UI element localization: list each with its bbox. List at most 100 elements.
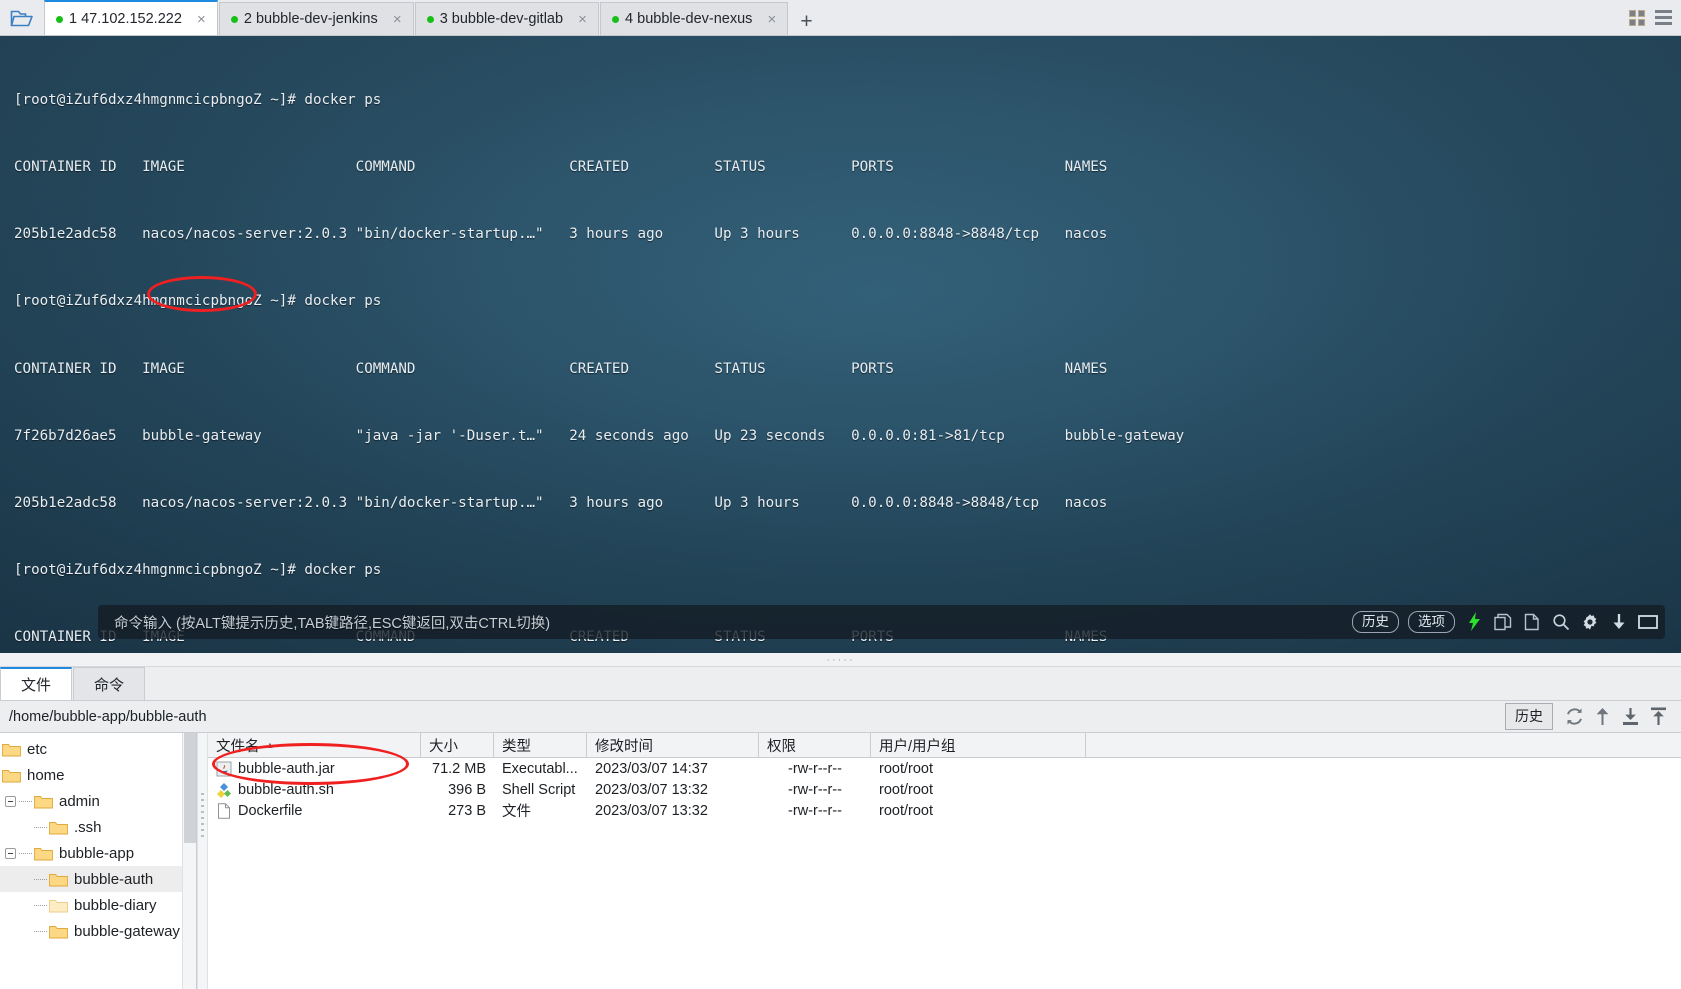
window-tools xyxy=(1620,0,1681,35)
tree-node-bubble-app[interactable]: bubble-app xyxy=(0,840,196,866)
tree-scrollbar-thumb[interactable] xyxy=(184,733,196,843)
tree-node-label: bubble-auth xyxy=(74,870,154,888)
folder-icon xyxy=(49,872,68,887)
grid-view-icon[interactable] xyxy=(1629,9,1645,26)
file-name-cell[interactable]: Dockerfile xyxy=(208,803,421,819)
table-row[interactable]: bubble-auth.jar 71.2 MB Executabl... 202… xyxy=(208,758,1681,779)
column-header-permissions[interactable]: 权限 xyxy=(759,732,871,758)
tab-close-icon[interactable]: × xyxy=(764,12,779,27)
up-level-icon[interactable] xyxy=(1591,706,1613,728)
tab-close-icon[interactable]: × xyxy=(194,12,209,27)
tab-status-dot xyxy=(612,15,620,23)
path-toolbar: /home/bubble-app/bubble-auth 历史 xyxy=(0,701,1681,733)
collapse-expander-icon[interactable] xyxy=(5,795,16,807)
file-time-cell: 2023/03/07 14:37 xyxy=(595,760,708,777)
session-tab-4[interactable]: 4 bubble-dev-nexus × xyxy=(600,2,789,35)
command-input-placeholder[interactable]: 命令输入 (按ALT键提示历史,TAB键路径,ESC键返回,双击CTRL切换) xyxy=(114,612,1352,633)
file-manager-panel: 文件 命令 /home/bubble-app/bubble-auth 历史 et… xyxy=(0,667,1681,989)
command-history-button[interactable]: 历史 xyxy=(1352,610,1399,634)
splitter-grip: ····· xyxy=(826,653,855,666)
copy-icon[interactable] xyxy=(1493,612,1513,632)
session-tab-label: 2 bubble-dev-jenkins xyxy=(243,11,378,27)
file-name-text: bubble-auth.sh xyxy=(238,781,334,798)
collapse-expander-icon[interactable] xyxy=(5,847,16,859)
session-tab-label: 3 bubble-dev-gitlab xyxy=(439,11,564,27)
tree-node-bubble-diary[interactable]: bubble-diary xyxy=(0,892,196,918)
window-icon[interactable] xyxy=(1638,612,1658,632)
terminal-line: CONTAINER ID IMAGE COMMAND CREATED STATU… xyxy=(14,159,1108,176)
column-header-owner[interactable]: 用户/用户组 xyxy=(871,732,1086,758)
paste-icon[interactable] xyxy=(1522,612,1542,632)
tab-commands[interactable]: 命令 xyxy=(73,667,145,700)
pane-divider-grip xyxy=(201,793,204,839)
new-tab-button[interactable]: + xyxy=(789,11,823,35)
search-icon[interactable] xyxy=(1551,612,1571,632)
list-menu-icon[interactable] xyxy=(1655,10,1672,25)
session-tab-label: 1 47.102.152.222 xyxy=(69,11,182,27)
command-options-button[interactable]: 选项 xyxy=(1408,610,1455,634)
column-header-size[interactable]: 大小 xyxy=(421,732,494,758)
file-panes: etc home admin .ssh bubble-app bubble-au… xyxy=(0,732,1681,989)
tree-connector xyxy=(34,904,47,906)
file-name-cell[interactable]: bubble-auth.jar xyxy=(208,761,421,777)
folder-icon-light xyxy=(49,898,68,913)
terminal-line: 205b1e2adc58 nacos/nacos-server:2.0.3 "b… xyxy=(14,495,1108,512)
tree-connector xyxy=(19,800,32,802)
tree-node-label: bubble-gateway xyxy=(74,922,180,940)
file-size-cell: 273 B xyxy=(448,802,486,819)
terminal-line: [root@iZuf6dxz4hmgnmcicpbngoZ ~]# docker… xyxy=(14,293,382,310)
tree-node-admin[interactable]: admin xyxy=(0,788,196,814)
directory-tree[interactable]: etc home admin .ssh bubble-app bubble-au… xyxy=(0,733,197,989)
tab-close-icon[interactable]: × xyxy=(390,12,405,27)
tab-status-dot xyxy=(230,15,238,23)
file-permissions-cell: -rw-r--r-- xyxy=(788,760,842,777)
file-name-text: Dockerfile xyxy=(238,802,303,819)
current-path[interactable]: /home/bubble-app/bubble-auth xyxy=(9,709,1505,725)
session-tab-2[interactable]: 2 bubble-dev-jenkins × xyxy=(218,2,414,35)
column-header-name[interactable]: 文件名 ▲ xyxy=(208,732,421,758)
pane-divider[interactable] xyxy=(197,733,208,989)
file-type-cell: 文件 xyxy=(502,804,531,820)
file-permissions-cell: -rw-r--r-- xyxy=(788,802,842,819)
session-tab-3[interactable]: 3 bubble-dev-gitlab × xyxy=(414,2,600,35)
tab-close-icon[interactable]: × xyxy=(575,12,590,27)
command-input-bar[interactable]: 命令输入 (按ALT键提示历史,TAB键路径,ESC键返回,双击CTRL切换) … xyxy=(98,605,1665,639)
folder-icon xyxy=(34,794,53,809)
panel-splitter[interactable]: ····· xyxy=(0,653,1681,667)
file-name-text: bubble-auth.jar xyxy=(238,760,335,777)
tree-connector xyxy=(34,930,47,932)
upload-file-icon[interactable] xyxy=(1647,706,1669,728)
file-name-cell[interactable]: bubble-auth.sh xyxy=(208,782,421,798)
refresh-icon[interactable] xyxy=(1563,706,1585,728)
session-tab-bar: 1 47.102.152.222 × 2 bubble-dev-jenkins … xyxy=(0,0,1681,36)
column-label: 文件名 xyxy=(216,738,260,755)
download-file-icon[interactable] xyxy=(1619,706,1641,728)
tree-scrollbar[interactable] xyxy=(182,733,196,989)
tree-connector xyxy=(19,852,32,854)
tab-status-dot xyxy=(56,15,63,23)
terminal-line: [root@iZuf6dxz4hmgnmcicpbngoZ ~]# docker… xyxy=(14,91,382,108)
lightning-icon[interactable] xyxy=(1464,612,1484,632)
download-icon[interactable] xyxy=(1609,612,1629,632)
tree-node-etc[interactable]: etc xyxy=(0,736,196,762)
file-type-cell: Executabl... xyxy=(502,760,578,777)
path-history-button[interactable]: 历史 xyxy=(1505,703,1553,730)
column-header-type[interactable]: 类型 xyxy=(494,732,587,758)
tree-node-bubble-gateway[interactable]: bubble-gateway xyxy=(0,918,196,944)
tree-node-ssh[interactable]: .ssh xyxy=(0,814,196,840)
session-tab-1[interactable]: 1 47.102.152.222 × xyxy=(44,0,218,35)
table-row[interactable]: bubble-auth.sh 396 B Shell Script 2023/0… xyxy=(208,779,1681,800)
terminal-output-area[interactable]: [root@iZuf6dxz4hmgnmcicpbngoZ ~]# docker… xyxy=(0,36,1681,653)
folder-icon xyxy=(34,846,53,861)
table-row[interactable]: Dockerfile 273 B 文件 2023/03/07 13:32 -rw… xyxy=(208,800,1681,821)
file-owner-cell: root/root xyxy=(879,802,933,819)
tree-node-bubble-auth[interactable]: bubble-auth xyxy=(0,866,196,892)
open-folder-icon[interactable] xyxy=(0,1,44,35)
tree-node-home[interactable]: home xyxy=(0,762,196,788)
gear-icon[interactable] xyxy=(1580,612,1600,632)
terminal-app-window: 1 47.102.152.222 × 2 bubble-dev-jenkins … xyxy=(0,0,1681,989)
column-header-time[interactable]: 修改时间 xyxy=(587,732,759,758)
tree-connector xyxy=(34,826,47,828)
tab-files[interactable]: 文件 xyxy=(0,667,72,700)
file-permissions-cell: -rw-r--r-- xyxy=(788,781,842,798)
